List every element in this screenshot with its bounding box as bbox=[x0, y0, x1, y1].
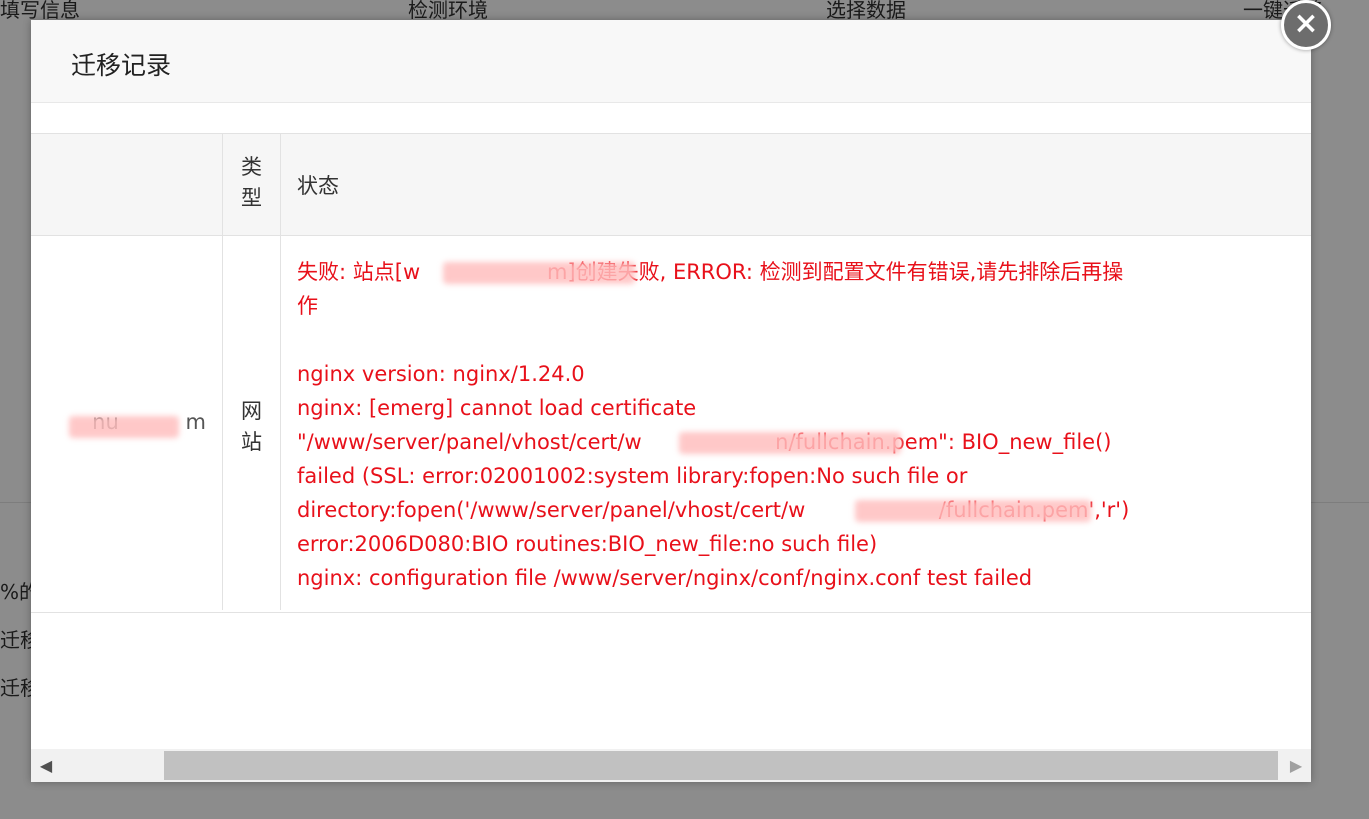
close-icon[interactable]: × bbox=[1281, 0, 1331, 50]
redaction-mask bbox=[679, 432, 901, 454]
migration-record-modal: 迁移记录 类 型 状态 nu m 网 站 失败: 站点[w m]创建失败, ER… bbox=[31, 20, 1311, 782]
modal-title: 迁移记录 bbox=[71, 51, 172, 80]
cell-status-error: 失败: 站点[w m]创建失败, ERROR: 检测到配置文件有错误,请先排除后… bbox=[297, 260, 1129, 590]
redaction-mask bbox=[855, 500, 1091, 522]
bg-step-select-data: 选择数据 bbox=[826, 0, 906, 20]
column-divider bbox=[280, 134, 281, 610]
table-header: 类 型 状态 bbox=[31, 134, 1311, 236]
bg-step-fill-info: 填写信息 bbox=[0, 0, 80, 20]
horizontal-scrollbar[interactable]: ◀ ▶ bbox=[31, 749, 1311, 782]
redaction-mask bbox=[69, 416, 179, 438]
modal-header: 迁移记录 bbox=[31, 20, 1311, 103]
background-steps: 填写信息 检测环境 选择数据 一键迁移 bbox=[0, 0, 1369, 20]
column-header-status: 状态 bbox=[297, 174, 339, 198]
column-header-type: 类 型 bbox=[241, 155, 262, 210]
scroll-right-arrow-icon[interactable]: ▶ bbox=[1281, 749, 1311, 782]
bg-step-check-env: 检测环境 bbox=[408, 0, 488, 20]
scroll-thumb[interactable] bbox=[164, 751, 1278, 780]
scroll-left-arrow-icon[interactable]: ◀ bbox=[31, 749, 61, 782]
record-table: 类 型 状态 nu m 网 站 失败: 站点[w m]创建失败, ERROR: … bbox=[31, 133, 1311, 613]
cell-type: 网 站 bbox=[241, 399, 262, 454]
column-divider bbox=[222, 134, 223, 610]
redaction-mask bbox=[443, 262, 635, 284]
